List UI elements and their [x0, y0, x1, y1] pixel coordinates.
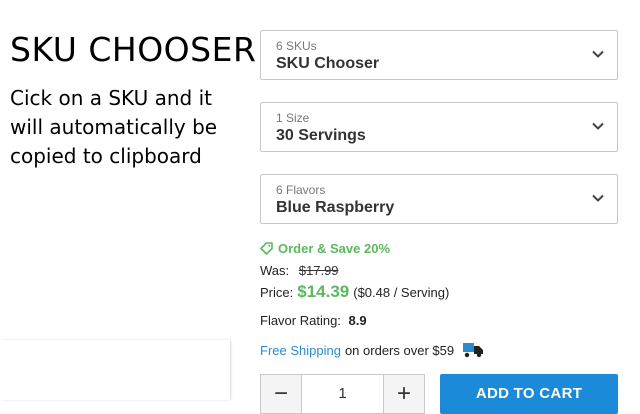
add-to-cart-button[interactable]: ADD TO CART	[440, 374, 618, 414]
flavor-selected-value: Blue Raspberry	[276, 199, 395, 216]
flavor-rating: Flavor Rating: 8.9	[260, 313, 367, 328]
was-price-line: Was: $17.99	[260, 263, 339, 278]
flavor-select[interactable]: 6 Flavors Blue Raspberry	[260, 174, 618, 224]
per-serving-price: ($0.48 / Serving)	[353, 285, 450, 300]
quantity-stepper: − 1 +	[260, 374, 425, 414]
promo-offer[interactable]: Order & Save 20%	[260, 241, 390, 256]
quantity-input[interactable]: 1	[301, 374, 384, 414]
price-label: Price:	[260, 285, 294, 300]
page-title: SKU CHOOSER	[10, 30, 257, 69]
shipping-text: on orders over $59	[344, 342, 455, 358]
sku-count: 6 SKUs	[276, 39, 317, 53]
sku-selected-value: SKU Chooser	[276, 55, 380, 72]
left-card	[0, 340, 230, 400]
price-line: Price: $14.39 ($0.48 / Serving)	[260, 282, 449, 302]
increase-quantity-button[interactable]: +	[383, 374, 425, 414]
decrease-quantity-button[interactable]: −	[260, 374, 302, 414]
was-price: $17.99	[298, 263, 339, 278]
was-label: Was:	[260, 263, 290, 278]
current-price: $14.39	[297, 282, 350, 301]
free-shipping-link[interactable]: Free Shipping	[260, 343, 341, 358]
instructions-text: Cick on a SKU and it will automatically …	[10, 86, 218, 168]
tag-icon	[260, 242, 273, 255]
size-select[interactable]: 1 Size 30 Servings	[260, 102, 618, 152]
sku-select[interactable]: 6 SKUs SKU Chooser	[260, 30, 618, 80]
chevron-down-icon	[592, 122, 604, 130]
size-selected-value: 30 Servings	[276, 127, 366, 144]
chevron-down-icon	[592, 50, 604, 58]
truck-icon	[463, 343, 484, 358]
flavor-count: 6 Flavors	[276, 183, 326, 197]
chevron-down-icon	[592, 194, 604, 202]
rating-value: 8.9	[348, 313, 367, 328]
rating-label: Flavor Rating:	[260, 313, 341, 328]
shipping-info: Free Shipping on orders over $59	[260, 342, 484, 358]
promo-text: Order & Save 20%	[278, 241, 391, 256]
size-count: 1 Size	[276, 111, 310, 125]
